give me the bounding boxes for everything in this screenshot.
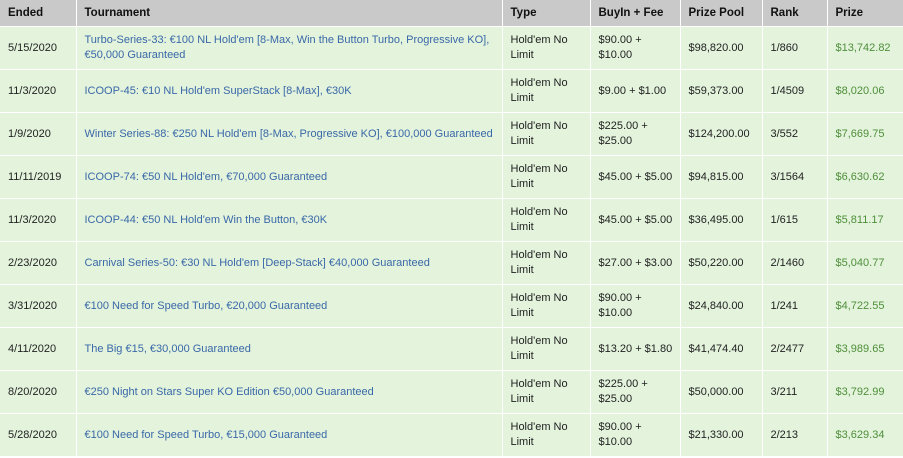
table-row: 3/31/2020 €100 Need for Speed Turbo, €20,… xyxy=(0,284,903,328)
type-cell: Hold'em No Limit xyxy=(502,327,591,371)
tournament-link[interactable]: ICOOP-45: €10 NL Hold'em SuperStack [8-M… xyxy=(76,69,503,113)
ended-cell: 4/11/2020 xyxy=(0,327,77,371)
ended-cell: 11/3/2020 xyxy=(0,198,77,242)
table-row: 2/23/2020 Carnival Series-50: €30 NL Hold… xyxy=(0,241,903,285)
table-row: 8/20/2020 €250 Night on Stars Super KO Ed… xyxy=(0,370,903,414)
table-row: 1/9/2020 Winter Series-88: €250 NL Hold'e… xyxy=(0,112,903,156)
prize-cell: $8,020.06 xyxy=(827,69,903,113)
prize-pool-cell: $50,220.00 xyxy=(680,241,763,285)
tournament-link[interactable]: €100 Need for Speed Turbo, €20,000 Guara… xyxy=(76,284,503,328)
prize-pool-cell: $59,373.00 xyxy=(680,69,763,113)
table-row: 11/3/2020 ICOOP-45: €10 NL Hold'em SuperS… xyxy=(0,69,903,113)
prize-pool-cell: $21,330.00 xyxy=(680,413,763,457)
prize-pool-cell: $98,820.00 xyxy=(680,26,763,70)
table-body: 5/15/2020 Turbo-Series-33: €100 NL Hold'e… xyxy=(0,26,903,457)
prize-cell: $3,629.34 xyxy=(827,413,903,457)
table-row: 5/15/2020 Turbo-Series-33: €100 NL Hold'e… xyxy=(0,26,903,70)
column-header-rank[interactable]: Rank xyxy=(762,0,828,27)
table-row: 11/11/2019 ICOOP-74: €50 NL Hold'em, €70,… xyxy=(0,155,903,199)
table-row: 11/3/2020 ICOOP-44: €50 NL Hold'em Win th… xyxy=(0,198,903,242)
type-cell: Hold'em No Limit xyxy=(502,26,591,70)
rank-cell: 1/615 xyxy=(762,198,828,242)
rank-cell: 3/211 xyxy=(762,370,828,414)
ended-cell: 2/23/2020 xyxy=(0,241,77,285)
prize-cell: $5,040.77 xyxy=(827,241,903,285)
buyin-cell: $90.00 + $10.00 xyxy=(590,26,681,70)
prize-cell: $6,630.62 xyxy=(827,155,903,199)
type-cell: Hold'em No Limit xyxy=(502,413,591,457)
rank-cell: 3/1564 xyxy=(762,155,828,199)
buyin-cell: $90.00 + $10.00 xyxy=(590,413,681,457)
buyin-cell: $13.20 + $1.80 xyxy=(590,327,681,371)
table-header-row: Ended Tournament Type BuyIn + Fee Prize … xyxy=(0,0,903,27)
prize-cell: $7,669.75 xyxy=(827,112,903,156)
tournament-link[interactable]: €100 Need for Speed Turbo, €15,000 Guara… xyxy=(76,413,503,457)
ended-cell: 11/3/2020 xyxy=(0,69,77,113)
table-row: 5/28/2020 €100 Need for Speed Turbo, €15,… xyxy=(0,413,903,457)
prize-cell: $4,722.55 xyxy=(827,284,903,328)
buyin-cell: $45.00 + $5.00 xyxy=(590,155,681,199)
type-cell: Hold'em No Limit xyxy=(502,69,591,113)
prize-pool-cell: $24,840.00 xyxy=(680,284,763,328)
type-cell: Hold'em No Limit xyxy=(502,198,591,242)
column-header-tournament[interactable]: Tournament xyxy=(76,0,503,27)
type-cell: Hold'em No Limit xyxy=(502,112,591,156)
prize-pool-cell: $94,815.00 xyxy=(680,155,763,199)
buyin-cell: $9.00 + $1.00 xyxy=(590,69,681,113)
prize-cell: $13,742.82 xyxy=(827,26,903,70)
type-cell: Hold'em No Limit xyxy=(502,241,591,285)
column-header-prize-pool[interactable]: Prize Pool xyxy=(680,0,763,27)
rank-cell: 2/1460 xyxy=(762,241,828,285)
ended-cell: 11/11/2019 xyxy=(0,155,77,199)
ended-cell: 3/31/2020 xyxy=(0,284,77,328)
tournament-link[interactable]: Winter Series-88: €250 NL Hold'em [8-Max… xyxy=(76,112,503,156)
ended-cell: 5/15/2020 xyxy=(0,26,77,70)
tournament-results-table: Ended Tournament Type BuyIn + Fee Prize … xyxy=(0,0,903,457)
buyin-cell: $45.00 + $5.00 xyxy=(590,198,681,242)
tournament-link[interactable]: ICOOP-44: €50 NL Hold'em Win the Button,… xyxy=(76,198,503,242)
ended-cell: 8/20/2020 xyxy=(0,370,77,414)
rank-cell: 2/213 xyxy=(762,413,828,457)
buyin-cell: $225.00 + $25.00 xyxy=(590,112,681,156)
rank-cell: 1/4509 xyxy=(762,69,828,113)
prize-cell: $3,989.65 xyxy=(827,327,903,371)
prize-pool-cell: $36,495.00 xyxy=(680,198,763,242)
column-header-ended[interactable]: Ended xyxy=(0,0,77,27)
column-header-type[interactable]: Type xyxy=(502,0,591,27)
table-row: 4/11/2020 The Big €15, €30,000 Guaranteed… xyxy=(0,327,903,371)
tournament-link[interactable]: Turbo-Series-33: €100 NL Hold'em [8-Max,… xyxy=(76,26,503,70)
buyin-cell: $27.00 + $3.00 xyxy=(590,241,681,285)
prize-pool-cell: $41,474.40 xyxy=(680,327,763,371)
tournament-link[interactable]: €250 Night on Stars Super KO Edition €50… xyxy=(76,370,503,414)
prize-cell: $5,811.17 xyxy=(827,198,903,242)
rank-cell: 1/860 xyxy=(762,26,828,70)
prize-pool-cell: $50,000.00 xyxy=(680,370,763,414)
prize-cell: $3,792.99 xyxy=(827,370,903,414)
buyin-cell: $90.00 + $10.00 xyxy=(590,284,681,328)
type-cell: Hold'em No Limit xyxy=(502,155,591,199)
tournament-link[interactable]: Carnival Series-50: €30 NL Hold'em [Deep… xyxy=(76,241,503,285)
column-header-buyin[interactable]: BuyIn + Fee xyxy=(590,0,681,27)
tournament-link[interactable]: The Big €15, €30,000 Guaranteed xyxy=(76,327,503,371)
ended-cell: 1/9/2020 xyxy=(0,112,77,156)
column-header-prize[interactable]: Prize xyxy=(827,0,903,27)
rank-cell: 1/241 xyxy=(762,284,828,328)
type-cell: Hold'em No Limit xyxy=(502,284,591,328)
ended-cell: 5/28/2020 xyxy=(0,413,77,457)
type-cell: Hold'em No Limit xyxy=(502,370,591,414)
rank-cell: 3/552 xyxy=(762,112,828,156)
prize-pool-cell: $124,200.00 xyxy=(680,112,763,156)
tournament-link[interactable]: ICOOP-74: €50 NL Hold'em, €70,000 Guaran… xyxy=(76,155,503,199)
rank-cell: 2/2477 xyxy=(762,327,828,371)
buyin-cell: $225.00 + $25.00 xyxy=(590,370,681,414)
